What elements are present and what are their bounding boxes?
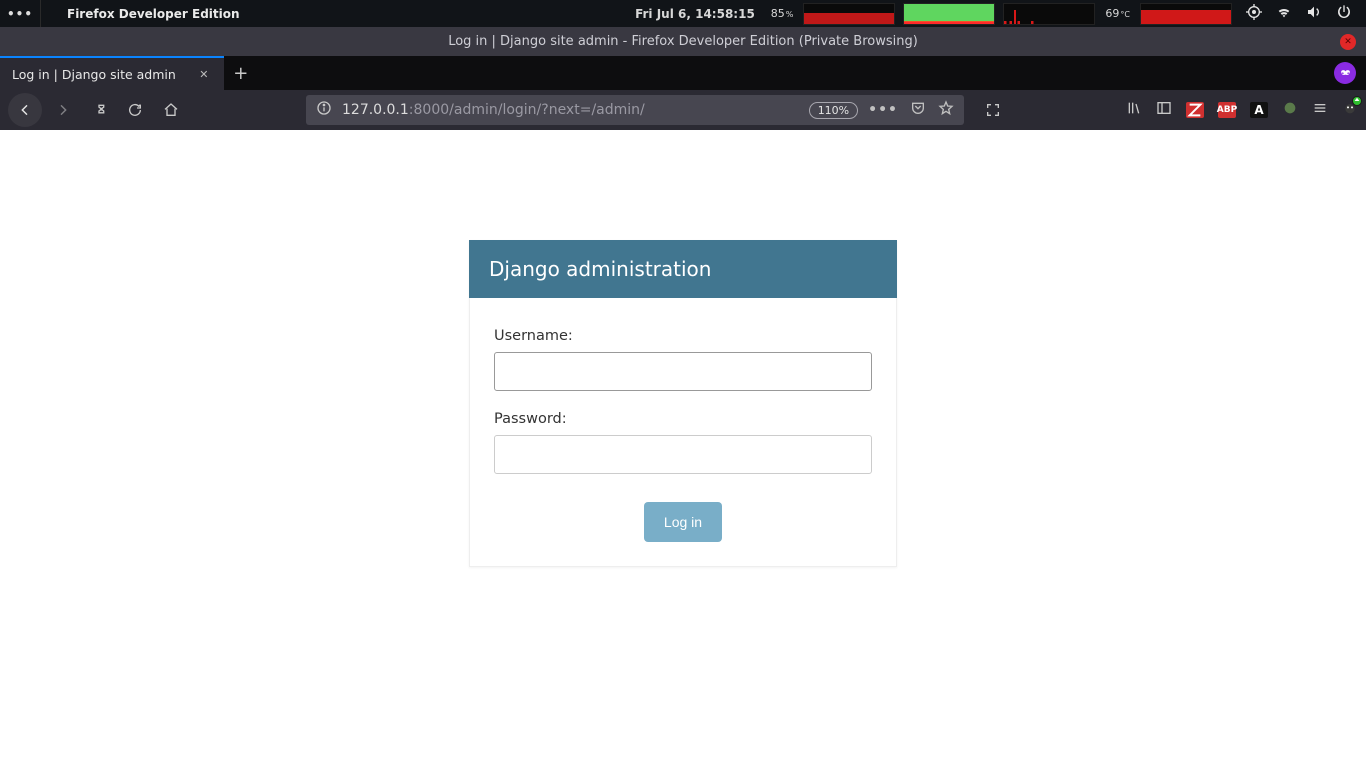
zoom-level-badge[interactable]: 110% (809, 102, 858, 119)
sidebar-icon[interactable] (1156, 100, 1172, 120)
system-graph-network[interactable] (1003, 3, 1095, 25)
password-row: Password: (494, 411, 872, 474)
tab-strip: Log in | Django site admin + (0, 56, 1366, 90)
password-input[interactable] (494, 435, 872, 474)
window-title: Log in | Django site admin - Firefox Dev… (448, 34, 918, 49)
system-graph-memory[interactable] (903, 3, 995, 25)
navigation-toolbar: 127.0.0.1:8000/admin/login/?next=/admin/… (0, 90, 1366, 130)
submit-row: Log in (494, 502, 872, 542)
system-graph-temp[interactable] (1140, 3, 1232, 25)
app-menu-icon[interactable]: ••• (0, 7, 40, 21)
private-browsing-icon (1334, 62, 1356, 84)
tab-title: Log in | Django site admin (12, 67, 176, 82)
power-icon[interactable] (1336, 4, 1352, 23)
login-button[interactable]: Log in (644, 502, 722, 542)
system-graph-cpu[interactable] (803, 3, 895, 25)
extension-icon[interactable] (1282, 100, 1298, 120)
url-bar[interactable]: 127.0.0.1:8000/admin/login/?next=/admin/… (306, 95, 964, 125)
app-menu-button[interactable] (1312, 100, 1328, 120)
noscript-extension-icon[interactable] (1186, 102, 1204, 118)
login-header: Django administration (469, 240, 897, 298)
volume-icon[interactable] (1306, 4, 1322, 23)
password-label: Password: (494, 411, 872, 427)
active-app-title: Firefox Developer Edition (41, 7, 240, 21)
reload-button[interactable] (120, 95, 150, 125)
forward-button (48, 95, 78, 125)
bookmark-star-icon[interactable] (938, 100, 954, 120)
page-actions-icon[interactable]: ••• (868, 102, 898, 118)
site-info-icon[interactable] (316, 100, 332, 120)
fullscreen-icon[interactable] (978, 95, 1008, 125)
login-card: Django administration Username: Password… (469, 240, 897, 567)
system-top-bar: ••• Firefox Developer Edition Fri Jul 6,… (0, 0, 1366, 27)
window-title-bar: Log in | Django site admin - Firefox Dev… (0, 27, 1366, 56)
new-tab-button[interactable]: + (224, 56, 258, 90)
window-close-button[interactable] (1340, 34, 1356, 50)
font-extension-icon[interactable]: A (1250, 102, 1268, 118)
battery-percent: 85% (765, 7, 800, 20)
adblock-extension-icon[interactable]: ABP (1218, 102, 1236, 118)
pocket-icon[interactable] (910, 100, 926, 120)
location-icon[interactable] (1246, 4, 1262, 23)
tab-close-button[interactable] (196, 66, 212, 82)
toolbar-extensions: ABP A (1120, 100, 1358, 120)
username-label: Username: (494, 328, 872, 344)
temperature: 69°C (1099, 7, 1136, 20)
username-input[interactable] (494, 352, 872, 391)
update-badge-icon (1352, 96, 1362, 106)
system-tray (1236, 4, 1366, 23)
library-icon[interactable] (1126, 100, 1142, 120)
home-button[interactable] (156, 95, 186, 125)
page-content: Django administration Username: Password… (0, 130, 1366, 768)
login-form: Username: Password: Log in (469, 298, 897, 567)
greasemonkey-extension-icon[interactable] (1342, 100, 1358, 120)
username-row: Username: (494, 328, 872, 391)
url-text: 127.0.0.1:8000/admin/login/?next=/admin/ (342, 102, 809, 118)
developer-button[interactable] (84, 95, 114, 125)
back-button[interactable] (8, 93, 42, 127)
wifi-icon[interactable] (1276, 4, 1292, 23)
browser-tab[interactable]: Log in | Django site admin (0, 56, 224, 90)
clock[interactable]: Fri Jul 6, 14:58:15 (625, 7, 765, 21)
